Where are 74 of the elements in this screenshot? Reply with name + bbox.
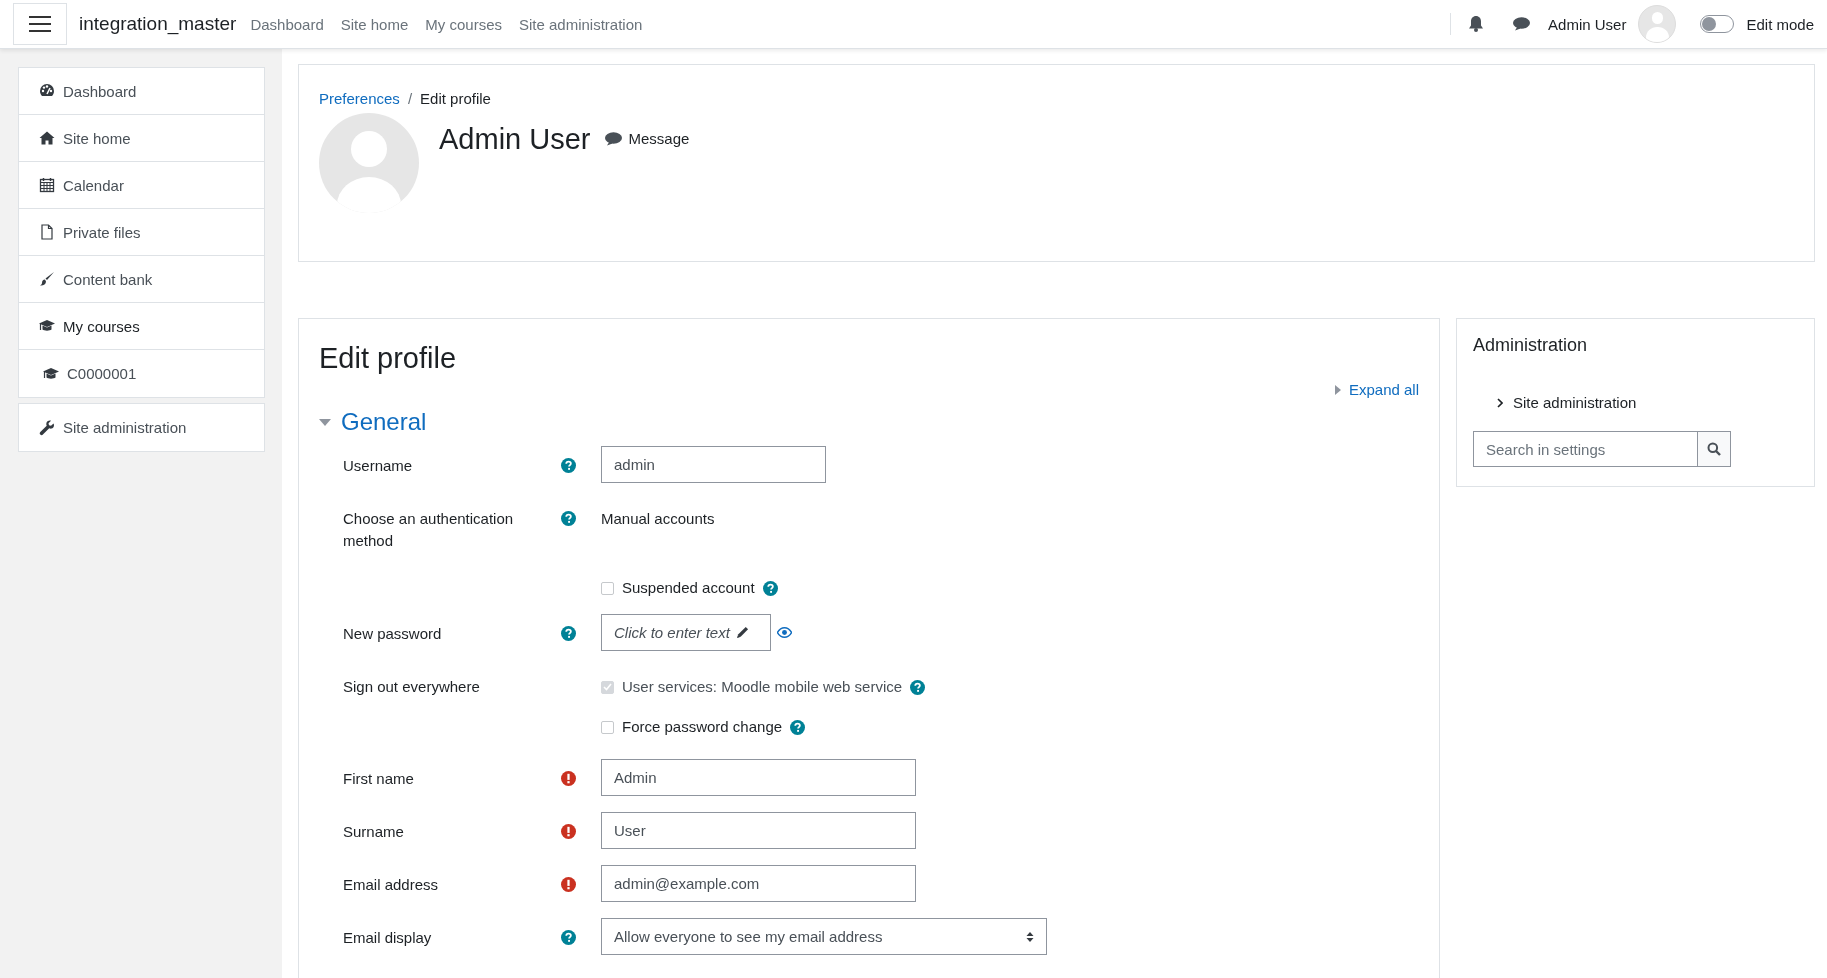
file-icon [39,224,55,240]
gauge-icon [39,83,55,99]
block-title: Administration [1473,335,1589,356]
checkbox[interactable] [601,581,614,595]
help-icon[interactable] [762,580,778,596]
email-display-select[interactable]: Allow everyone to see my email address [601,918,1047,955]
edit-mode-toggle[interactable] [1700,15,1735,33]
eye-icon[interactable] [777,627,792,638]
field-label: First name [343,769,415,789]
help-icon[interactable] [561,626,576,641]
field-label: Username [343,456,414,476]
nav-link[interactable]: My courses [425,15,502,33]
nav-item[interactable]: C0000001 [19,350,264,397]
field-label: Email address [343,875,440,895]
up-down-caret-icon [1026,930,1034,943]
nav-item[interactable]: Calendar [19,162,264,209]
nav-item[interactable]: My courses [19,303,264,350]
field-value: Manual accounts [601,509,716,529]
search-button[interactable] [1697,431,1731,467]
graduation-cap-icon [43,365,59,382]
checkbox[interactable] [601,720,614,734]
help-icon[interactable] [561,511,576,526]
field-label: Email display [343,928,433,948]
menu-button[interactable] [13,3,67,45]
house-icon [39,130,55,146]
section-toggle[interactable]: General [319,408,1419,436]
field-label: New password [343,624,443,644]
caret-down-icon [319,418,331,426]
search-icon [1707,442,1721,456]
search-field[interactable]: Search in settings [1473,431,1697,467]
user-name-heading: Admin User [439,123,591,156]
tree-item[interactable]: Site administration [1497,394,1798,411]
nav-item[interactable]: Site administration [19,404,264,451]
calendar-icon [39,177,55,193]
breadcrumb-separator: / [407,90,413,107]
chat-icon[interactable] [1513,17,1531,31]
nav-link[interactable]: Site administration [519,15,643,33]
nav-item[interactable]: Dashboard [19,68,264,115]
help-icon[interactable] [561,458,576,473]
text-field[interactable]: Admin [601,759,916,796]
message-button[interactable]: Message [604,130,690,147]
chat-icon[interactable] [604,131,622,146]
menu-icon [29,16,51,32]
breadcrumb-current: Edit profile [420,90,491,107]
graduation-cap-icon [39,318,55,334]
nav-item[interactable]: Site home [19,115,264,162]
nav-link[interactable]: Site home [340,15,409,33]
checkbox-label: Force password change [622,717,783,737]
site-name[interactable]: integration_master [79,13,237,35]
field-label: Sign out everywhere [343,677,481,697]
brush-icon [39,271,55,287]
chevron-icon [1497,397,1503,408]
caret-right-icon [1334,384,1341,395]
breadcrumb-link[interactable]: Preferences [319,90,400,107]
nav-link[interactable]: Dashboard [250,15,324,33]
password-field[interactable]: Click to enter text [601,614,771,651]
text-field[interactable]: admin [601,446,826,483]
checkbox-label: Suspended account [622,578,755,598]
text-field[interactable]: admin@example.com [601,865,916,902]
help-icon[interactable] [561,930,576,945]
nav-item[interactable]: Content bank [19,256,264,303]
checkbox-label: User services: Moodle mobile web service [622,677,903,697]
edit-mode-label: Edit mode [1746,15,1814,33]
expand-all-link[interactable]: Expand all [1348,381,1419,398]
text-field[interactable]: User [601,812,916,849]
user-name[interactable]: Admin User [1548,15,1627,33]
field-label: Surname [343,822,405,842]
bell-icon[interactable] [1469,16,1484,32]
wrench-icon [39,419,55,436]
nav-item[interactable]: Private files [19,209,264,256]
help-icon[interactable] [790,719,806,735]
pencil-icon [735,626,749,639]
form-title: Edit profile [319,342,457,375]
field-label: Choose an authentication method [343,509,515,551]
